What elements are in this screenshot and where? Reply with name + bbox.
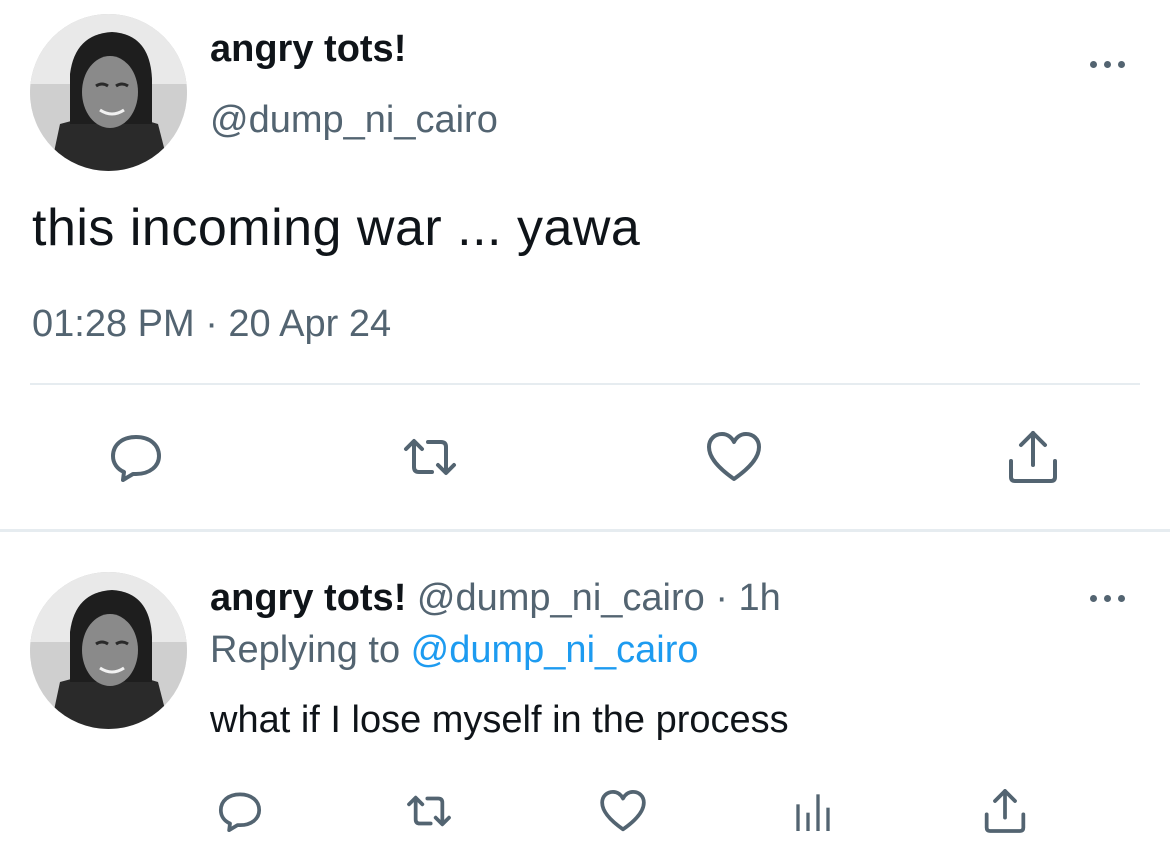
retweet-icon[interactable] (404, 786, 454, 836)
profile-photo (30, 14, 187, 171)
reply-header: angry tots! @dump_ni_cairo · 1h (210, 577, 781, 620)
divider (0, 529, 1170, 532)
tweet-text: this incoming war ... yawa (32, 199, 641, 257)
profile-photo (30, 572, 187, 729)
display-name[interactable]: angry tots! (210, 28, 406, 71)
analytics-icon[interactable] (788, 786, 838, 836)
share-icon[interactable] (980, 786, 1030, 836)
avatar[interactable] (30, 572, 187, 729)
more-horizontal-icon[interactable] (1086, 54, 1130, 74)
more-horizontal-icon[interactable] (1086, 588, 1130, 608)
replying-handle-link[interactable]: @dump_ni_cairo (411, 629, 699, 671)
tweet-timestamp[interactable]: 01:28 PM · 20 Apr 24 (32, 303, 391, 346)
reply-icon[interactable] (106, 427, 166, 487)
user-handle[interactable]: @dump_ni_cairo (210, 99, 498, 142)
share-icon[interactable] (1003, 427, 1063, 487)
reply-icon[interactable] (215, 786, 265, 836)
handle-and-time[interactable]: @dump_ni_cairo · 1h (406, 577, 781, 619)
divider (30, 383, 1140, 385)
replying-prefix: Replying to (210, 629, 411, 671)
like-icon[interactable] (598, 786, 648, 836)
reply-text: what if I lose myself in the process (210, 699, 789, 741)
retweet-icon[interactable] (400, 427, 460, 487)
replying-to: Replying to @dump_ni_cairo (210, 629, 699, 672)
avatar[interactable] (30, 14, 187, 171)
like-icon[interactable] (704, 427, 764, 487)
display-name[interactable]: angry tots! (210, 577, 406, 619)
